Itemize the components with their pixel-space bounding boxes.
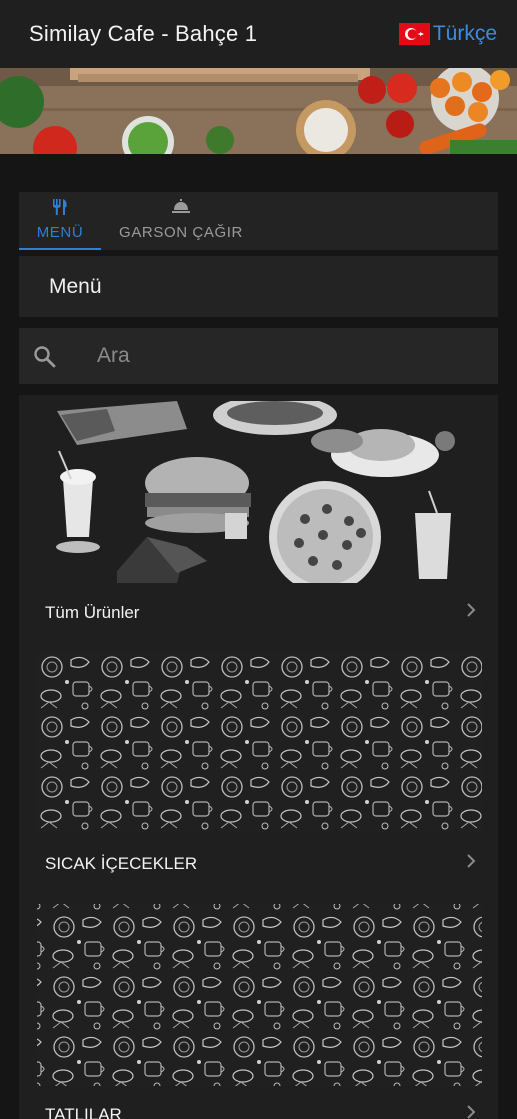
- tab-call-waiter[interactable]: GARSON ÇAĞIR: [111, 192, 251, 250]
- tab-call-waiter-label: GARSON ÇAĞIR: [119, 224, 243, 241]
- search-input[interactable]: [97, 340, 477, 372]
- category-item-hot-drinks[interactable]: SICAK İÇECEKLER: [19, 645, 498, 896]
- chevron-right-icon: [466, 1104, 476, 1119]
- category-label: TATLILAR: [45, 1105, 122, 1119]
- chevron-right-icon: [466, 853, 476, 874]
- food-collage-image: [37, 395, 482, 593]
- tab-menu[interactable]: MENÜ: [19, 192, 101, 250]
- search-icon: [33, 345, 57, 374]
- cutlery-icon: [51, 198, 69, 220]
- category-list: Tüm Ürünler SICAK İÇECEKLER TATLILAR: [19, 395, 498, 1119]
- tab-bar: MENÜ GARSON ÇAĞIR: [19, 192, 498, 250]
- app-title: Similay Cafe - Bahçe 1: [29, 21, 258, 46]
- category-item-desserts[interactable]: TATLILAR: [19, 896, 498, 1119]
- service-bell-icon: [171, 198, 191, 218]
- category-label: SICAK İÇECEKLER: [45, 854, 198, 873]
- search-bar: [19, 328, 498, 384]
- doodle-pattern-image: [37, 652, 482, 834]
- section-title: Menü: [19, 256, 498, 317]
- tab-menu-label: MENÜ: [36, 224, 84, 241]
- turkey-flag-icon: [398, 23, 430, 45]
- category-item-all-products[interactable]: Tüm Ürünler: [19, 395, 498, 645]
- hero-banner-image: [0, 68, 517, 154]
- top-bar: Similay Cafe - Bahçe 1 Türkçe: [0, 0, 517, 68]
- category-label: Tüm Ürünler: [45, 603, 140, 622]
- language-label: Türkçe: [432, 22, 497, 45]
- doodle-pattern-image: [37, 904, 482, 1086]
- chevron-right-icon: [466, 602, 476, 623]
- language-selector[interactable]: Türkçe: [398, 22, 497, 46]
